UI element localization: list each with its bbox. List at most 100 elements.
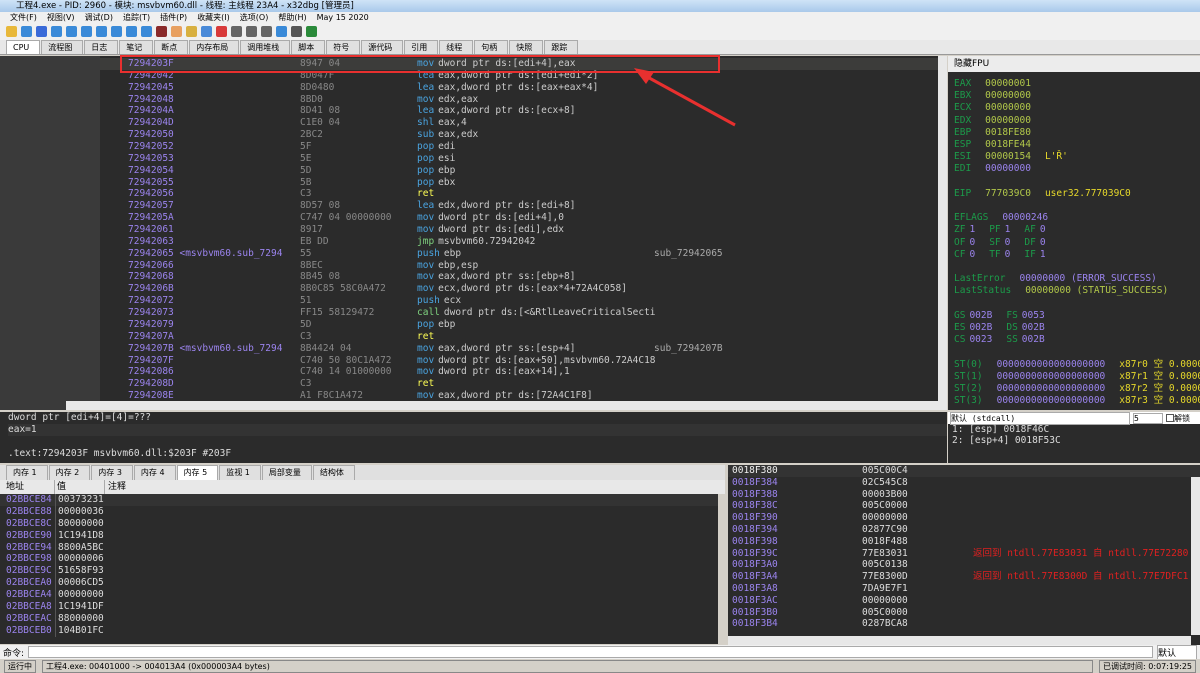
register-value[interactable]: 0053 xyxy=(1022,310,1045,321)
calling-convention-select[interactable]: 默认 (stdcall) xyxy=(950,411,1130,425)
stack-row[interactable]: 0018F384 02C545C8 xyxy=(728,477,1200,489)
stack-row[interactable]: 0018F394 02877C90 xyxy=(728,524,1200,536)
unlock-checkbox[interactable] xyxy=(1166,414,1174,422)
disasm-row[interactable]: 7294208D C3 ret xyxy=(100,378,938,390)
memory-tab-4[interactable]: 内存 5 xyxy=(176,465,219,480)
register-value[interactable]: 0023 xyxy=(969,334,992,345)
disasm-row[interactable]: 72942050 2BC2 sub eax,edx xyxy=(100,129,938,141)
register-value[interactable]: 0000000000000000000 xyxy=(997,371,1106,382)
stack-row[interactable]: 0018F3AC 00000000 xyxy=(728,595,1200,607)
toolbar-button-icon[interactable] xyxy=(66,26,77,37)
tab-10[interactable]: 引用 xyxy=(404,40,439,54)
stack-row[interactable]: 0018F38C 005C0000 xyxy=(728,500,1200,512)
register-value[interactable]: 00000000 (STATUS_SUCCESS) xyxy=(1025,285,1168,296)
toolbar-button-icon[interactable] xyxy=(201,26,212,37)
memory-row[interactable]: 02BBCE84 00373231 xyxy=(0,494,718,506)
memory-tab-0[interactable]: 内存 1 xyxy=(6,465,48,480)
memory-row[interactable]: 02BBCE8C 80000000 xyxy=(0,517,718,530)
register-value[interactable]: 0018FE44 xyxy=(985,139,1031,150)
disasm-row[interactable]: 7294207A C3 ret xyxy=(100,331,938,343)
toolbar-button-icon[interactable] xyxy=(171,26,182,37)
tab-3[interactable]: 笔记 xyxy=(119,40,154,54)
toolbar-button-icon[interactable] xyxy=(156,26,167,37)
stack-row[interactable]: 0018F398 0018F488 xyxy=(728,536,1200,548)
toolbar-button-icon[interactable] xyxy=(36,26,47,37)
toolbar-button-icon[interactable] xyxy=(81,26,92,37)
register-value[interactable]: 777039C0 xyxy=(985,188,1031,199)
toolbar-button-icon[interactable] xyxy=(216,26,227,37)
stack-row[interactable]: 0018F3B0 005C0000 xyxy=(728,607,1200,619)
disasm-row[interactable]: 72942052 5F pop edi xyxy=(100,141,938,153)
register-value[interactable]: 00000000 xyxy=(985,90,1031,101)
disasm-row[interactable]: 72942061 8917 mov dword ptr ds:[edi],edx xyxy=(100,224,938,236)
toolbar-button-icon[interactable] xyxy=(141,26,152,37)
tab-11[interactable]: 线程 xyxy=(439,40,474,54)
register-value[interactable]: 002B xyxy=(1022,322,1045,333)
toolbar-button-icon[interactable] xyxy=(306,26,317,37)
toolbar-button-icon[interactable] xyxy=(261,26,272,37)
stack-row[interactable]: 0018F388 00003B00 xyxy=(728,489,1200,501)
memory-row[interactable]: 02BBCE9C 51658F93 xyxy=(0,565,718,578)
register-value[interactable]: 0 xyxy=(1040,237,1046,248)
disasm-row[interactable]: 7294204A 8D41 08 lea eax,dword ptr ds:[ecx+… xyxy=(100,105,938,117)
register-value[interactable]: 0 xyxy=(1005,249,1011,260)
register-value[interactable]: 00000246 xyxy=(1002,212,1048,223)
disassembly-view[interactable]: 7294203F 8947 04 mov dword ptr ds:[edi+4],e… xyxy=(0,56,947,410)
register-value[interactable]: 002B xyxy=(969,310,992,321)
register-value[interactable]: 0 xyxy=(1005,237,1011,248)
menu-item[interactable]: 插件(P) xyxy=(160,12,187,24)
toolbar-button-icon[interactable] xyxy=(126,26,137,37)
memory-row[interactable]: 02BBCEA8 1C1941DF xyxy=(0,601,718,613)
register-value[interactable]: 0 xyxy=(969,249,975,260)
command-mode-select[interactable]: 默认 xyxy=(1157,644,1197,660)
tab-14[interactable]: 跟踪 xyxy=(544,40,579,54)
register-value[interactable]: 00000000 (ERROR_SUCCESS) xyxy=(1019,273,1156,284)
memory-tab-3[interactable]: 内存 4 xyxy=(133,465,176,480)
tab-5[interactable]: 内存布局 xyxy=(189,40,240,54)
disasm-row[interactable]: 72942072 51 push ecx xyxy=(100,295,938,307)
memory-row[interactable]: 02BBCEAC 88000000 xyxy=(0,612,718,625)
toolbar-button-icon[interactable] xyxy=(291,26,302,37)
disasm-row[interactable]: 7294207F C740 50 80C1A472 mov dword ptr ds:… xyxy=(100,355,938,367)
memory-tab-2[interactable]: 内存 3 xyxy=(91,465,133,480)
menu-item[interactable]: 收藏夹(I) xyxy=(197,12,230,24)
register-value[interactable]: 1 xyxy=(1040,249,1046,260)
memory-tab-5[interactable]: 监视 1 xyxy=(219,465,261,480)
disasm-vscrollbar[interactable] xyxy=(938,56,947,401)
memory-row[interactable]: 02BBCEA0 00006CD5 xyxy=(0,577,718,590)
hide-fpu-button[interactable]: 隐藏FPU xyxy=(948,56,1200,72)
tab-13[interactable]: 快照 xyxy=(509,40,544,54)
disasm-row[interactable]: 72942068 8B45 08 mov eax,dword ptr ss:[ebp+… xyxy=(100,271,938,283)
register-value[interactable]: 0000000000000000000 xyxy=(997,395,1106,406)
register-value[interactable]: 00000000 xyxy=(985,163,1031,174)
stack-view[interactable]: 0018F380 005C00C4 0018F384 02C545C8 0018F388… xyxy=(728,465,1200,645)
tab-4[interactable]: 断点 xyxy=(154,40,189,54)
tab-8[interactable]: 符号 xyxy=(326,40,361,54)
register-value[interactable]: 0000000000000000000 xyxy=(997,359,1106,370)
stack-row[interactable]: 0018F39C 77E83031 返回到 ntdll.77E83031 自 ntd… xyxy=(728,548,1200,560)
disasm-hscrollbar[interactable] xyxy=(66,401,947,410)
register-value[interactable]: user32.777039C0 xyxy=(1045,188,1131,199)
memory-row[interactable]: 02BBCE88 00000036 xyxy=(0,505,718,518)
memory-tab-1[interactable]: 内存 2 xyxy=(48,465,91,480)
memory-row[interactable]: 02BBCEB0 104B01FC xyxy=(0,624,718,637)
stack-row[interactable]: 0018F380 005C00C4 xyxy=(728,465,1200,477)
disasm-row[interactable]: 72942063 EB DD jmp msvbvm60.72942042 xyxy=(100,236,938,248)
disasm-row[interactable]: 72942056 C3 ret xyxy=(100,188,938,200)
disasm-row[interactable]: 72942086 C740 14 01000000 mov dword ptr ds:… xyxy=(100,366,938,378)
stack-row[interactable]: 0018F390 00000000 xyxy=(728,512,1200,524)
register-value[interactable]: 1 xyxy=(969,224,975,235)
register-value[interactable]: 1 xyxy=(1005,224,1011,235)
toolbar-button-icon[interactable] xyxy=(231,26,242,37)
register-value[interactable]: 0 xyxy=(969,237,975,248)
toolbar-button-icon[interactable] xyxy=(246,26,257,37)
memory-row[interactable]: 02BBCE90 1C1941D8 xyxy=(0,529,718,542)
toolbar-button-icon[interactable] xyxy=(111,26,122,37)
register-value[interactable]: 002B xyxy=(969,322,992,333)
tab-0[interactable]: CPU xyxy=(6,40,41,54)
register-value[interactable]: 00000000 xyxy=(985,115,1031,126)
memory-tab-7[interactable]: 结构体 xyxy=(312,465,355,480)
command-input[interactable] xyxy=(28,646,1153,658)
disasm-row[interactable]: 72942048 8BD0 mov edx,eax xyxy=(100,94,938,106)
register-value[interactable]: x87r3 空 0.00000 xyxy=(1119,395,1200,406)
